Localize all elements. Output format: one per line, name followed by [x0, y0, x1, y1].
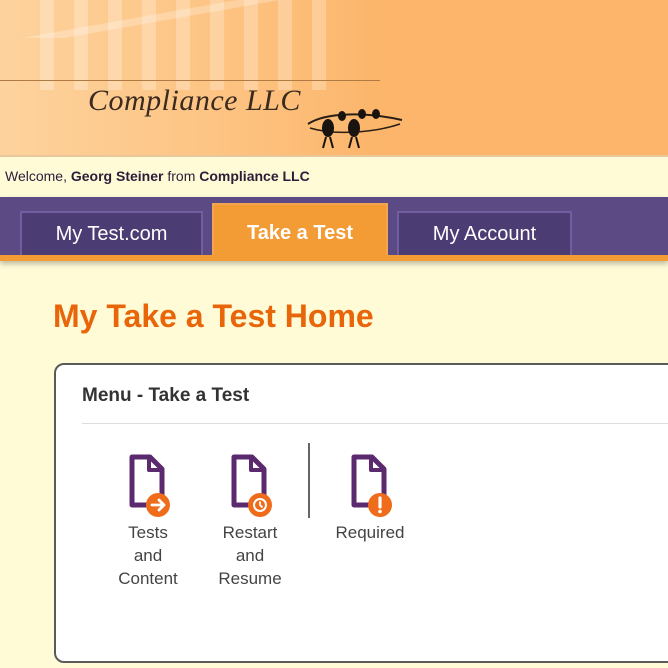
welcome-prefix: Welcome, — [5, 168, 67, 184]
main-nav: My Test.com Take a Test My Account — [0, 197, 668, 261]
user-name: Georg Steiner — [70, 168, 164, 184]
required-button[interactable]: Required — [330, 453, 410, 544]
restart-and-resume-button[interactable]: Restart and Resume — [210, 453, 290, 590]
item-label-line: Resume — [218, 569, 282, 588]
logo-text: Compliance LLC — [88, 84, 301, 117]
tab-my-test[interactable]: My Test.com — [20, 211, 203, 255]
document-clock-icon — [226, 453, 274, 517]
menu-panel: Menu - Take a Test Tests and Content Res… — [54, 363, 668, 663]
header-border — [0, 155, 668, 157]
menu-title: Menu - Take a Test — [82, 385, 250, 406]
item-label-line: Required — [335, 523, 405, 542]
welcome-from: from — [167, 168, 196, 184]
page-title: My Take a Test Home — [53, 298, 374, 334]
item-label-line: Tests — [128, 523, 168, 542]
tab-take-a-test[interactable]: Take a Test — [212, 203, 388, 255]
welcome-message: Welcome, Georg Steiner from Compliance L… — [5, 168, 310, 184]
item-label-line: and — [235, 546, 265, 565]
header-rule — [0, 80, 380, 81]
item-label-line: and — [133, 546, 163, 565]
building-columns — [40, 0, 340, 90]
company-name: Compliance LLC — [199, 168, 310, 184]
item-label-line: Content — [118, 569, 178, 588]
site-header: Compliance LLC — [0, 0, 668, 157]
birds-logo-icon — [307, 109, 403, 149]
tab-my-account[interactable]: My Account — [397, 211, 572, 255]
menu-separator — [82, 423, 668, 424]
document-exclamation-icon — [346, 453, 394, 517]
item-label-line: Restart — [222, 523, 278, 542]
tests-and-content-button[interactable]: Tests and Content — [108, 453, 188, 590]
menu-divider — [308, 443, 310, 518]
document-arrow-icon — [124, 453, 172, 517]
